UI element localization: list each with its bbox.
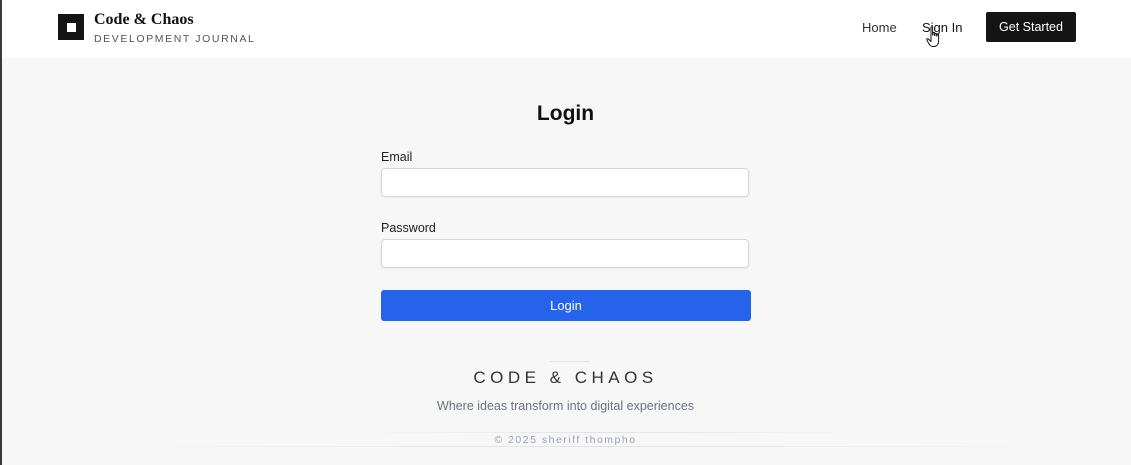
login-button[interactable]: Login [381, 290, 751, 321]
footer-rule [360, 432, 860, 433]
login-title: Login [536, 102, 595, 125]
footer-tagline: Where ideas transform into digital exper… [436, 399, 695, 413]
copyright-text: © 2025 sheriff thompho [494, 434, 637, 446]
site-header: Code & Chaos DEVELOPMENT JOURNAL Home Si… [2, 0, 1131, 58]
email-label: Email [381, 150, 413, 164]
window-left-border [0, 0, 2, 465]
footer-divider [550, 361, 590, 362]
nav-home-link[interactable]: Home [862, 20, 897, 35]
hand-pointer-icon [926, 26, 940, 47]
square-logo-icon[interactable] [58, 14, 84, 40]
email-field[interactable] [381, 168, 749, 197]
password-field[interactable] [381, 239, 749, 268]
footer-brand-name: CODE & CHAOS [473, 368, 658, 387]
brand-title[interactable]: Code & Chaos [94, 11, 194, 29]
get-started-button[interactable]: Get Started [986, 12, 1076, 42]
password-label: Password [381, 221, 436, 235]
footer-rule [120, 446, 1060, 447]
brand-subtitle: DEVELOPMENT JOURNAL [94, 33, 256, 45]
